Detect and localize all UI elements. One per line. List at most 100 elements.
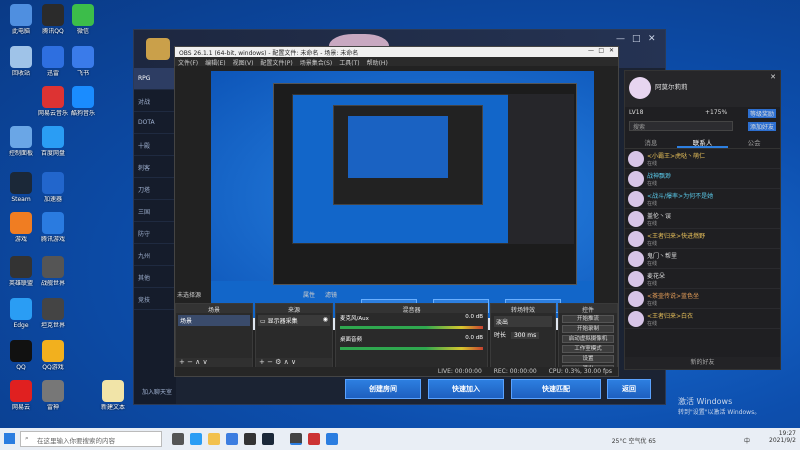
- list-item[interactable]: <王者归来>白衣 在线: [625, 309, 780, 329]
- add-friend-button[interactable]: 添加好友: [747, 122, 776, 131]
- obs-menu-item[interactable]: 视图(V): [233, 60, 254, 67]
- obs-control-button[interactable]: 启动虚拟摄像机: [562, 335, 614, 343]
- input-language[interactable]: 中: [744, 436, 750, 445]
- filters-button[interactable]: 滤镜: [325, 290, 337, 299]
- desktop-icon[interactable]: 网易云音乐: [36, 86, 70, 117]
- launcher-nav-item[interactable]: 对战: [134, 90, 176, 112]
- obs-control-button[interactable]: 工作室模式: [562, 345, 614, 353]
- edge-taskbar-icon[interactable]: [190, 433, 202, 445]
- desktop-icon[interactable]: 加速器: [36, 172, 70, 203]
- avatar[interactable]: [629, 77, 651, 99]
- list-item[interactable]: <战斗/爆率>为何不是她 在线: [625, 189, 780, 209]
- desktop-icon[interactable]: 百度网盘: [36, 126, 70, 157]
- qq-tab[interactable]: 公会: [728, 133, 780, 148]
- launcher-taskbar-icon[interactable]: [326, 433, 338, 445]
- desktop-icon[interactable]: 微信: [66, 4, 100, 35]
- list-item[interactable]: 麦花朵 在线: [625, 269, 780, 289]
- obs-minimize-icon[interactable]: —: [588, 47, 594, 54]
- launcher-nav-item[interactable]: DOTA: [134, 112, 176, 134]
- desktop-icon[interactable]: 游戏: [4, 212, 38, 243]
- eye-icon[interactable]: ◉: [323, 316, 328, 323]
- scene-item[interactable]: 场景: [178, 315, 250, 326]
- obs-menu-item[interactable]: 配置文件(P): [260, 60, 292, 67]
- minimize-icon[interactable]: —: [616, 34, 625, 44]
- desktop-icon[interactable]: 飞书: [66, 46, 100, 77]
- qq-tab[interactable]: 消息: [625, 133, 677, 148]
- launcher-nav-item[interactable]: 刺客: [134, 156, 176, 178]
- desktop-icon[interactable]: 网易云: [4, 380, 38, 411]
- taskbar-search-placeholder: 在这里输入你要搜索的内容: [37, 437, 115, 445]
- desktop-icon[interactable]: Steam: [4, 172, 38, 203]
- obs-menu-item[interactable]: 工具(T): [339, 60, 359, 67]
- desktop-icon[interactable]: 迅雷: [36, 46, 70, 77]
- obs-control-button[interactable]: 开始推流: [562, 315, 614, 323]
- taskbar-search-input[interactable]: ⌕ 在这里输入你要搜索的内容: [20, 431, 162, 447]
- back-button[interactable]: 返回: [607, 379, 651, 399]
- obs-taskbar-icon[interactable]: [290, 433, 302, 445]
- transition-duration-input[interactable]: 300 ms: [510, 332, 540, 339]
- obs-control-button[interactable]: 设置: [562, 355, 614, 363]
- desktop-icon[interactable]: 雷神: [36, 380, 70, 411]
- list-item[interactable]: 盖伦丶误 在线: [625, 209, 780, 229]
- launcher-nav-item[interactable]: 三国: [134, 200, 176, 222]
- launcher-nav-item[interactable]: 其他: [134, 266, 176, 288]
- desktop-icon[interactable]: 腾讯游戏: [36, 212, 70, 243]
- launcher-nav-item[interactable]: 防守: [134, 222, 176, 244]
- clock-date[interactable]: 2021/9/2: [769, 437, 796, 444]
- desktop-icon[interactable]: QQ: [4, 340, 38, 371]
- qq-close-icon[interactable]: ✕: [770, 73, 776, 81]
- launcher-nav-item[interactable]: 竞技: [134, 288, 176, 310]
- launcher-nav-item[interactable]: 十殿: [134, 134, 176, 156]
- obs-maximize-icon[interactable]: □: [598, 47, 604, 54]
- windows-start-icon[interactable]: [4, 433, 15, 444]
- desktop-icon[interactable]: 战舰世界: [36, 256, 70, 287]
- steam-taskbar-icon[interactable]: [262, 433, 274, 445]
- store-taskbar-icon[interactable]: [226, 433, 238, 445]
- clock-time[interactable]: 19:27: [769, 430, 796, 437]
- quick-match-button[interactable]: 快速匹配: [511, 379, 601, 399]
- obs-menu-item[interactable]: 场景集合(S): [300, 60, 333, 67]
- list-item[interactable]: <茶壶传说>蓝色坐 在线: [625, 289, 780, 309]
- qq-taskbar-icon[interactable]: [244, 433, 256, 445]
- transition-select[interactable]: 淡出: [494, 316, 552, 327]
- desktop-icon[interactable]: 腾讯QQ: [36, 4, 70, 35]
- desktop-icon[interactable]: QQ游戏: [36, 340, 70, 371]
- properties-button[interactable]: 属性: [303, 290, 315, 299]
- desktop-icon[interactable]: 英雄联盟: [4, 256, 38, 287]
- quick-join-button[interactable]: 快速加入: [428, 379, 504, 399]
- desktop-icon[interactable]: 控制面板: [4, 126, 38, 157]
- list-item[interactable]: <王者归来>快进燃野 在线: [625, 229, 780, 249]
- obs-control-button[interactable]: 开始录制: [562, 325, 614, 333]
- scenes-dock: 场景 场景 + − ∧ ∨: [175, 303, 253, 369]
- obs-close-icon[interactable]: ✕: [609, 47, 614, 54]
- desktop-icon[interactable]: 此电脑: [4, 4, 38, 35]
- desktop-icon[interactable]: 坦克世界: [36, 298, 70, 329]
- qq-more[interactable]: 新的好友: [625, 357, 780, 369]
- maximize-icon[interactable]: □: [632, 34, 641, 44]
- desktop-icon[interactable]: 回收站: [4, 46, 38, 77]
- launcher-nav-item[interactable]: 九州: [134, 244, 176, 266]
- obs-menu-item[interactable]: 编辑(E): [205, 60, 225, 67]
- qq-tab[interactable]: 联系人: [676, 133, 729, 148]
- obs-menu-item[interactable]: 文件(F): [178, 60, 198, 67]
- desktop-icon[interactable]: Edge: [4, 298, 38, 329]
- task-view-icon[interactable]: [172, 433, 184, 445]
- list-item[interactable]: <小霸王>虎哒丶萌仁 在线: [625, 149, 780, 169]
- level-reward-button[interactable]: 等级奖励: [747, 109, 776, 118]
- obs-menu-item[interactable]: 帮助(H): [367, 60, 388, 67]
- close-icon[interactable]: ✕: [648, 34, 656, 44]
- list-item[interactable]: 战神飘渺 在线: [625, 169, 780, 189]
- source-item[interactable]: ▭ 显示器采集 ◉: [258, 315, 330, 326]
- desktop-icon[interactable]: 新建文本: [96, 380, 130, 411]
- create-room-button[interactable]: 创建房间: [345, 379, 421, 399]
- list-item[interactable]: 鬼门丶帮里 在线: [625, 249, 780, 269]
- desktop-icon[interactable]: 酷狗音乐: [66, 86, 100, 117]
- launcher-nav-item[interactable]: 刀塔: [134, 178, 176, 200]
- weather-status[interactable]: 25°C 空气优 65: [612, 436, 656, 445]
- launcher-nav-item[interactable]: RPG: [134, 68, 176, 90]
- game-taskbar-icon[interactable]: [308, 433, 320, 445]
- mixer-track-desktop-meter[interactable]: [340, 347, 483, 350]
- qq-search-input[interactable]: 搜索: [629, 121, 733, 131]
- join-chat-room[interactable]: 加入聊天室: [142, 387, 172, 396]
- explorer-taskbar-icon[interactable]: [208, 433, 220, 445]
